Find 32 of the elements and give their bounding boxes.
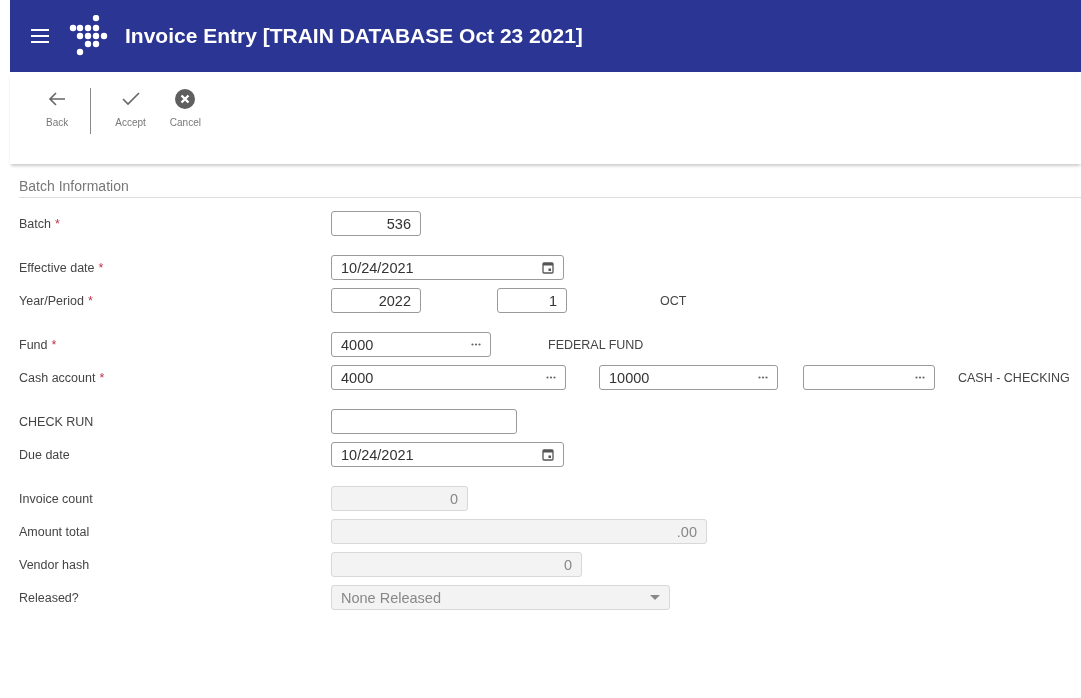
required-marker: * bbox=[54, 216, 60, 231]
input-field[interactable]: 2022 bbox=[331, 288, 421, 313]
field-label: Vendor hash bbox=[19, 557, 90, 572]
field-label: Cash account bbox=[19, 370, 96, 385]
accept-button[interactable]: Accept bbox=[109, 89, 152, 128]
lookup-field[interactable]: 4000 bbox=[331, 365, 566, 390]
lookup-field[interactable]: 10000 bbox=[599, 365, 778, 390]
field-description: FEDERAL FUND bbox=[548, 337, 644, 352]
required-marker: * bbox=[51, 337, 57, 352]
date-field[interactable]: 10/24/2021 bbox=[331, 442, 564, 467]
field-label: Fund bbox=[19, 337, 48, 352]
field-label: Effective date bbox=[19, 260, 95, 275]
field-label: Year/Period bbox=[19, 293, 84, 308]
required-marker: * bbox=[99, 370, 105, 385]
input-field[interactable]: 1 bbox=[497, 288, 567, 313]
cancel-button[interactable]: Cancel bbox=[163, 89, 207, 128]
field-label: Batch bbox=[19, 216, 51, 231]
field-label: Released? bbox=[19, 590, 79, 605]
field-description: OCT bbox=[660, 293, 687, 308]
field-label: Amount total bbox=[19, 524, 90, 539]
field-label: CHECK RUN bbox=[19, 414, 94, 429]
back-button[interactable]: Back bbox=[40, 89, 75, 128]
field-label: Invoice count bbox=[19, 491, 93, 506]
input-field[interactable]: 536 bbox=[331, 211, 421, 236]
date-field[interactable]: 10/24/2021 bbox=[331, 255, 564, 280]
required-marker: * bbox=[98, 260, 104, 275]
field-description: CASH - CHECKING bbox=[958, 370, 1070, 385]
section-title: Batch Information bbox=[19, 178, 1081, 198]
field-label: Due date bbox=[19, 447, 70, 462]
required-marker: * bbox=[87, 293, 93, 308]
lookup-field[interactable]: 4000 bbox=[331, 332, 491, 357]
window-title: Invoice Entry [TRAIN DATABASE Oct 23 2021] bbox=[125, 24, 583, 48]
